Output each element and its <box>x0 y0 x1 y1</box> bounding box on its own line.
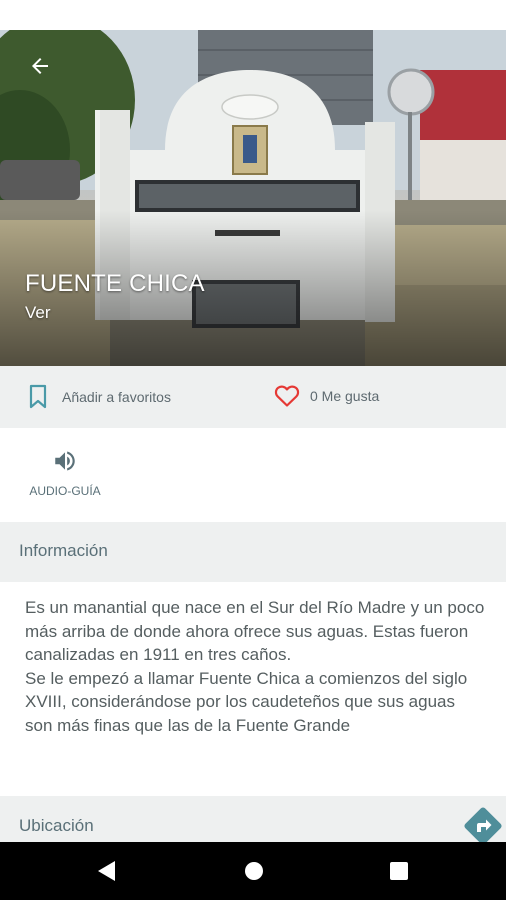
like-button[interactable]: 0 Me gusta <box>274 384 379 408</box>
place-title: FUENTE CHICA <box>25 270 205 297</box>
info-section-header: Información <box>0 522 506 582</box>
status-bar <box>0 0 506 30</box>
bookmark-icon <box>29 384 47 409</box>
directions-button[interactable] <box>463 806 503 846</box>
audio-section: AUDIO-GUÍA <box>0 428 506 522</box>
audio-guide-label: AUDIO-GUÍA <box>29 484 101 498</box>
back-button[interactable] <box>18 44 62 88</box>
location-section-header: Ubicación <box>0 796 506 842</box>
info-description: Es un manantial que nace en el Sur del R… <box>25 598 485 735</box>
back-arrow-icon <box>32 58 48 74</box>
info-section-title: Información <box>19 541 108 560</box>
nav-recent-icon[interactable] <box>390 862 408 880</box>
action-bar: Añadir a favoritos 0 Me gusta <box>0 366 506 428</box>
add-favorites-button[interactable]: Añadir a favoritos <box>28 384 171 410</box>
system-nav-bar <box>0 842 506 900</box>
nav-back-icon[interactable] <box>95 859 117 883</box>
directions-icon <box>464 807 502 845</box>
heart-icon <box>274 385 300 407</box>
likes-count-label: 0 Me gusta <box>310 388 380 404</box>
nav-home-icon[interactable] <box>244 861 264 881</box>
favorites-label: Añadir a favoritos <box>62 389 171 405</box>
volume-icon <box>55 451 75 471</box>
hero-image: FUENTE CHICA Ver <box>0 30 506 366</box>
view-link[interactable]: Ver <box>25 303 51 323</box>
audio-guide-button[interactable]: AUDIO-GUÍA <box>22 448 108 498</box>
location-section-title: Ubicación <box>19 816 94 835</box>
